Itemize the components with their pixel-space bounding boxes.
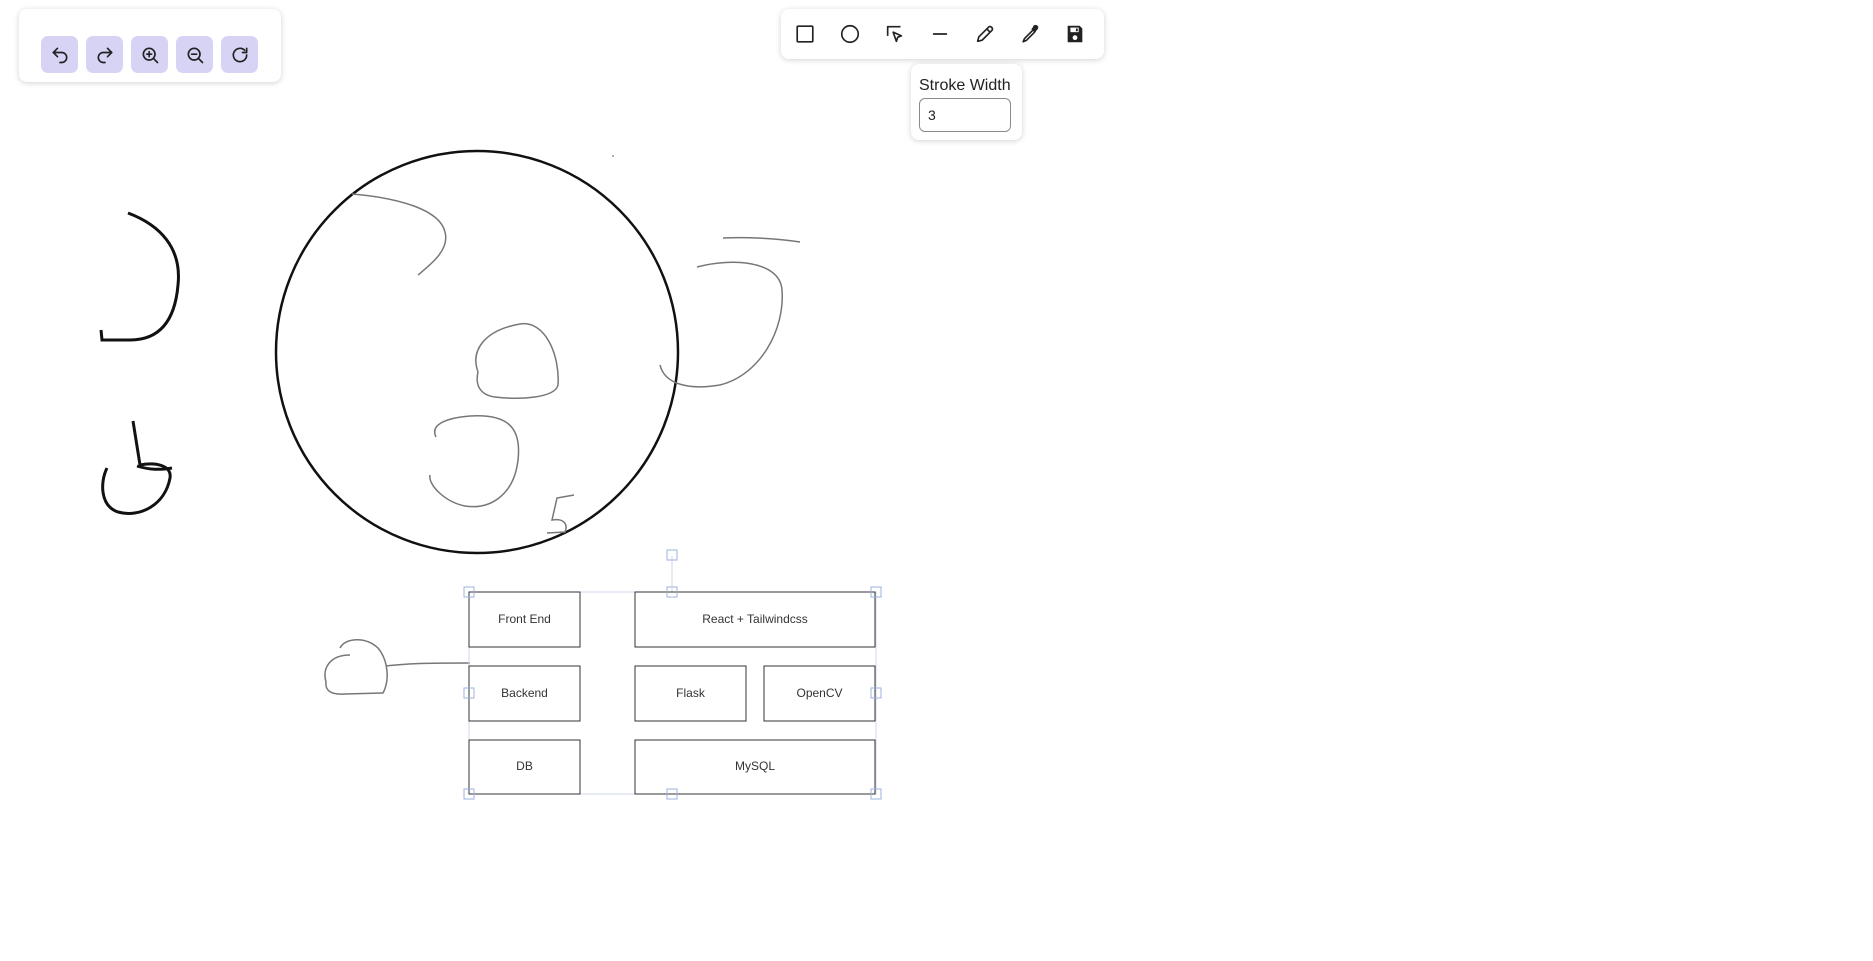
undo-button[interactable] — [41, 36, 78, 73]
redo-icon — [97, 47, 112, 63]
circle-tool-button[interactable] — [834, 18, 866, 50]
rectangle-tool-button[interactable] — [789, 18, 821, 50]
box-flask[interactable]: Flask — [634, 665, 747, 722]
pencil-icon — [976, 25, 994, 43]
box-label: MySQL — [735, 759, 775, 773]
stroke-width-panel: Stroke Width — [911, 64, 1022, 140]
undo-icon — [52, 47, 67, 63]
box-label: Front End — [498, 612, 551, 626]
freehand-stroke-bracket[interactable] — [99, 211, 180, 342]
drawing-canvas[interactable]: Front End React + Tailwindcss Backend Fl… — [0, 0, 1873, 961]
box-label: OpenCV — [796, 686, 842, 700]
reset-button[interactable] — [221, 36, 258, 73]
line-tool-button[interactable] — [924, 18, 956, 50]
stray-dot — [612, 155, 614, 157]
select-tool-button[interactable] — [879, 18, 911, 50]
zoom-out-button[interactable] — [176, 36, 213, 73]
line-icon — [932, 33, 948, 35]
eyedropper-tool-button[interactable] — [1014, 18, 1046, 50]
freehand-stroke-hook[interactable] — [101, 420, 173, 515]
box-backend[interactable]: Backend — [468, 665, 581, 722]
box-opencv[interactable]: OpenCV — [763, 665, 876, 722]
tools-toolbar — [781, 9, 1104, 59]
select-cursor-icon — [886, 25, 903, 43]
pencil-tool-button[interactable] — [969, 18, 1001, 50]
redo-button[interactable] — [86, 36, 123, 73]
box-label: React + Tailwindcss — [702, 612, 808, 626]
zoom-out-icon — [187, 47, 203, 63]
save-button[interactable] — [1059, 18, 1091, 50]
zoom-in-button[interactable] — [131, 36, 168, 73]
box-front-end[interactable]: Front End — [468, 591, 581, 648]
reset-icon — [232, 47, 247, 63]
freehand-stroke-five[interactable] — [546, 494, 575, 534]
box-react-tailwindcss[interactable]: React + Tailwindcss — [634, 591, 876, 648]
connector-line[interactable] — [385, 662, 471, 667]
box-label: DB — [516, 759, 533, 773]
freehand-stroke-dash[interactable] — [722, 236, 801, 243]
circle-icon — [840, 24, 860, 44]
zoom-in-icon — [142, 47, 158, 63]
stroke-width-label: Stroke Width — [919, 77, 1011, 94]
eyedropper-icon — [1022, 24, 1039, 43]
history-toolbar — [19, 9, 281, 82]
freehand-stroke-blob-lower[interactable] — [429, 415, 520, 508]
box-label: Backend — [501, 686, 548, 700]
rectangle-icon — [796, 25, 814, 43]
freehand-stroke-arc[interactable] — [351, 193, 447, 276]
box-db[interactable]: DB — [468, 739, 581, 795]
stroke-width-input[interactable] — [919, 98, 1011, 132]
freehand-stroke-small-blob[interactable] — [324, 639, 388, 695]
freehand-stroke-blob-upper[interactable] — [475, 323, 559, 399]
box-label: Flask — [676, 686, 706, 700]
save-icon — [1067, 25, 1083, 43]
box-mysql[interactable]: MySQL — [634, 739, 876, 795]
